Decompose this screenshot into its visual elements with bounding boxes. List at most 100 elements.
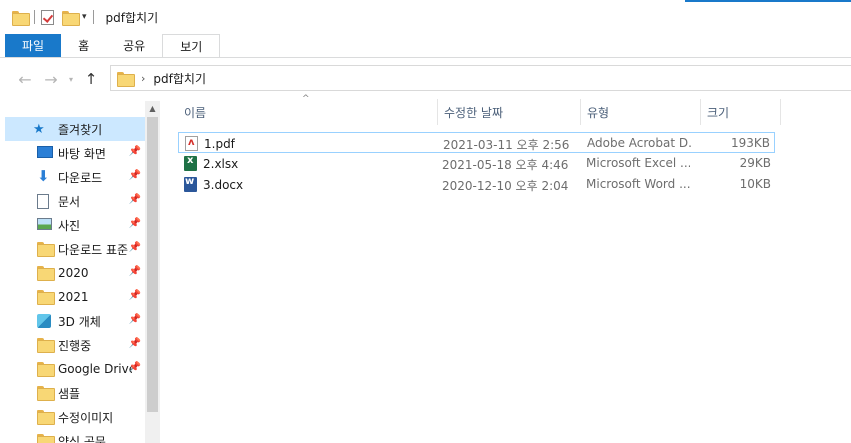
pdf-file-icon — [185, 136, 198, 151]
folder-icon — [37, 410, 55, 425]
tab-file[interactable]: 파일 — [5, 34, 62, 57]
sidebar-item-label: 바탕 화면 — [58, 146, 106, 161]
chevron-right-icon[interactable]: › — [141, 72, 145, 85]
customize-toolbar-icon[interactable]: ▾ — [82, 12, 87, 22]
column-header-size[interactable]: 크기 — [701, 99, 781, 125]
file-type: Adobe Acrobat D... — [587, 136, 691, 150]
navigation-bar: ← → ▾ ↑ › pdf합치기 — [0, 59, 851, 99]
file-name[interactable]: 1.pdf — [204, 137, 235, 151]
up-arrow-icon[interactable]: ↑ — [78, 70, 104, 88]
pin-icon[interactable]: 📌 — [129, 266, 141, 277]
folder-icon — [37, 338, 55, 353]
pin-icon[interactable]: 📌 — [129, 338, 141, 349]
pin-icon[interactable]: 📌 — [129, 314, 141, 325]
file-size: 29KB — [739, 156, 771, 170]
file-row[interactable]: 3.docx 2020-12-10 오후 2:04 Microsoft Word… — [178, 174, 775, 195]
sidebar-item-downloads[interactable]: ⬇ 다운로드 📌 — [0, 165, 145, 189]
sidebar-item-label: 다운로드 — [58, 170, 103, 185]
word-file-icon — [184, 177, 197, 192]
sidebar-item-label: 샘플 — [58, 386, 81, 401]
folder-icon — [37, 266, 55, 281]
sidebar-item-label: 3D 개체 — [58, 314, 101, 329]
ribbon-tabs: 파일 홈 공유 보기 — [0, 34, 851, 58]
sidebar-item-label: 진행중 — [58, 338, 92, 353]
tab-share[interactable]: 공유 — [106, 34, 162, 57]
sidebar-item-2020[interactable]: 2020 📌 — [0, 261, 145, 285]
excel-file-icon — [184, 156, 197, 171]
pin-icon[interactable]: 📌 — [129, 362, 141, 373]
properties-icon[interactable] — [41, 9, 54, 25]
sidebar-item-label: 다운로드 표준 — [58, 242, 129, 257]
sidebar-item-label: 양식 공문 — [58, 434, 106, 443]
address-path[interactable]: pdf합치기 — [153, 70, 206, 87]
sidebar-item-label: 2021 — [58, 290, 89, 304]
quick-access-toolbar: ▾ — [12, 0, 100, 34]
scroll-up-icon[interactable]: ▲ — [145, 101, 160, 117]
folder-icon — [37, 242, 55, 257]
tab-home[interactable]: 홈 — [61, 34, 106, 57]
sidebar-item-pictures[interactable]: 사진 📌 — [0, 213, 145, 237]
sidebar-item-label: 2020 — [58, 266, 89, 280]
file-date: 2021-03-11 오후 2:56 — [443, 138, 570, 152]
pin-icon[interactable]: 📌 — [129, 170, 141, 181]
file-list: ^ 이름 수정한 날짜 유형 크기 1.pdf 2021-03-11 오후 2:… — [160, 94, 851, 443]
folder-icon — [37, 362, 55, 377]
file-name-cell[interactable]: 1.pdf — [185, 136, 235, 151]
file-type: Microsoft Excel ... — [586, 156, 690, 170]
folder-icon — [37, 434, 55, 443]
title-bar: ▾ pdf합치기 — [0, 0, 851, 34]
title-accent-line — [685, 0, 851, 2]
sidebar-item-label: 문서 — [58, 194, 81, 209]
pin-icon[interactable]: 📌 — [129, 194, 141, 205]
toolbar-separator — [92, 10, 94, 24]
pin-icon[interactable]: 📌 — [129, 290, 141, 301]
column-header-date[interactable]: 수정한 날짜 — [438, 99, 581, 125]
navigation-pane: ★ 즐겨찾기 바탕 화면 📌 ⬇ 다운로드 📌 문서 📌 사진 📌 다운로드 표… — [0, 99, 160, 443]
folder-icon — [12, 10, 30, 26]
toolbar-separator — [34, 10, 35, 24]
sidebar-item-google-drive[interactable]: Google Drive 📌 — [0, 357, 145, 381]
sidebar-item-downloads-standard[interactable]: 다운로드 표준 📌 — [0, 237, 145, 261]
pin-icon[interactable]: 📌 — [129, 218, 141, 229]
sidebar-item-desktop[interactable]: 바탕 화면 📌 — [0, 141, 145, 165]
file-name-cell[interactable]: 2.xlsx — [184, 156, 238, 171]
tab-view[interactable]: 보기 — [162, 34, 221, 57]
column-header-type[interactable]: 유형 — [581, 99, 701, 125]
file-name[interactable]: 2.xlsx — [203, 157, 238, 171]
recent-locations-icon[interactable]: ▾ — [64, 75, 78, 84]
new-folder-icon[interactable] — [62, 10, 80, 26]
sidebar-item-label: 수정이미지 — [58, 410, 114, 425]
sidebar-item-label: Google Drive — [58, 362, 132, 376]
sidebar-item-edited-images[interactable]: 수정이미지 — [0, 405, 145, 429]
file-size: 10KB — [739, 177, 771, 191]
sidebar-item-in-progress[interactable]: 진행중 📌 — [0, 333, 145, 357]
document-icon — [37, 194, 49, 209]
sidebar-item-form-documents[interactable]: 양식 공문 — [0, 429, 145, 443]
file-name[interactable]: 3.docx — [203, 178, 243, 192]
folder-icon — [37, 386, 55, 401]
file-size: 193KB — [730, 136, 770, 150]
star-icon: ★ — [33, 122, 45, 137]
forward-arrow-icon[interactable]: → — [38, 70, 64, 89]
file-date: 2021-05-18 오후 4:46 — [442, 158, 569, 172]
sidebar-item-quick-access[interactable]: ★ 즐겨찾기 — [5, 117, 145, 141]
sidebar-scroll-thumb[interactable] — [147, 117, 158, 412]
sidebar-item-label: 사진 — [58, 218, 81, 233]
pin-icon[interactable]: 📌 — [129, 146, 141, 157]
column-header-name[interactable]: 이름 — [178, 99, 438, 125]
sidebar-item-samples[interactable]: 샘플 — [0, 381, 145, 405]
back-arrow-icon[interactable]: ← — [12, 70, 38, 89]
pin-icon[interactable]: 📌 — [129, 242, 141, 253]
file-row[interactable]: 2.xlsx 2021-05-18 오후 4:46 Microsoft Exce… — [178, 153, 775, 174]
file-row[interactable]: 1.pdf 2021-03-11 오후 2:56 Adobe Acrobat D… — [178, 132, 775, 153]
sidebar-item-documents[interactable]: 문서 📌 — [0, 189, 145, 213]
download-icon: ⬇ — [37, 167, 50, 185]
3d-objects-icon — [37, 314, 51, 328]
sidebar-item-2021[interactable]: 2021 📌 — [0, 285, 145, 309]
file-name-cell[interactable]: 3.docx — [184, 177, 243, 192]
sidebar-item-3d-objects[interactable]: 3D 개체 📌 — [0, 309, 145, 333]
address-bar[interactable]: › pdf합치기 — [110, 65, 851, 91]
window-title: pdf합치기 — [105, 10, 159, 25]
sidebar-item-label: 즐겨찾기 — [58, 122, 103, 137]
folder-icon — [117, 71, 135, 87]
